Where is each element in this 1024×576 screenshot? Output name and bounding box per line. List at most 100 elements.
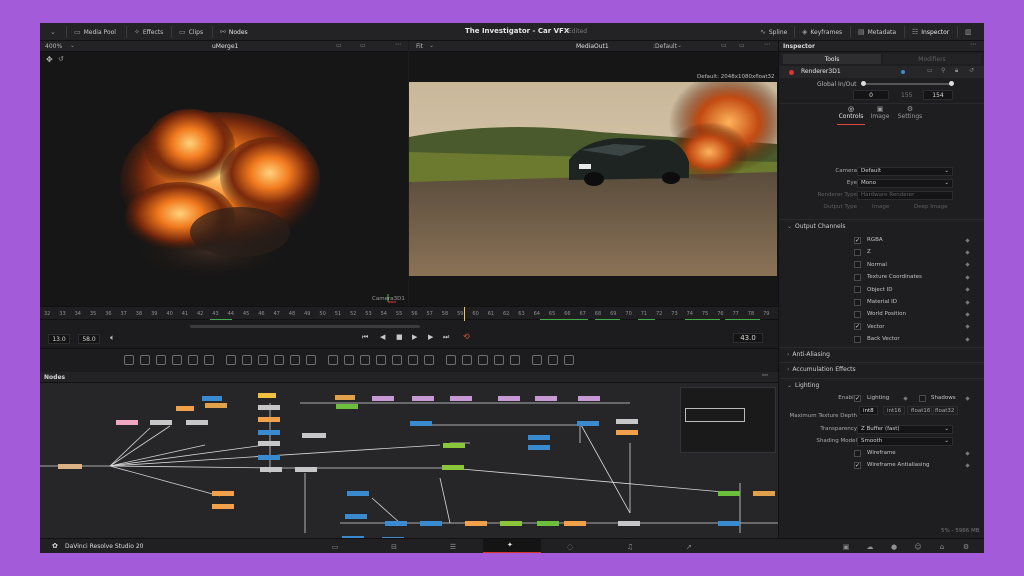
- first-frame-icon[interactable]: ⏮︎: [362, 333, 368, 342]
- current-frame-field[interactable]: 43.0: [733, 333, 763, 343]
- channel-checkbox[interactable]: [854, 273, 861, 281]
- minimap-viewport[interactable]: [685, 408, 745, 422]
- keyframe-icon[interactable]: [965, 450, 970, 456]
- settings-button[interactable]: ⚙: [958, 541, 974, 553]
- wireframe-aa-checkbox[interactable]: ✓: [854, 461, 861, 469]
- channel-checkbox[interactable]: [854, 248, 861, 256]
- fit-dropdown[interactable]: Fit: [416, 43, 423, 50]
- channel-checkbox[interactable]: [854, 335, 861, 343]
- keyframe-icon[interactable]: [965, 312, 970, 317]
- keyframe-icon[interactable]: [903, 395, 908, 401]
- right-viewer[interactable]: Default: 2048x1080xfloat32: [409, 52, 778, 306]
- transparency-dropdown[interactable]: Z Buffer (fast) ⌄: [857, 424, 953, 434]
- project-settings-button[interactable]: ▣: [838, 541, 854, 553]
- keyframe-icon[interactable]: [965, 262, 970, 267]
- tracker-tool-icon[interactable]: [408, 355, 418, 365]
- subtab-image[interactable]: ▣ Image: [867, 105, 893, 125]
- blur-tool-icon[interactable]: [204, 355, 214, 365]
- nodes-button[interactable]: ⚯ Nodes: [220, 23, 248, 41]
- metadata-button[interactable]: ▤ Metadata: [858, 23, 896, 41]
- pin-icon[interactable]: ▭: [927, 67, 933, 74]
- mask-tool-icon[interactable]: [172, 355, 182, 365]
- channel-checkbox[interactable]: ✓: [854, 236, 861, 244]
- cut-page-button[interactable]: ⊟: [386, 541, 402, 553]
- lighting-section[interactable]: ⌄ Lighting: [779, 378, 984, 391]
- collaboration-button[interactable]: ☺: [910, 541, 926, 553]
- more-options-icon[interactable]: ⋯: [762, 372, 768, 379]
- view-options-icon[interactable]: ▭: [336, 42, 342, 49]
- output-deep-option[interactable]: Deep Image: [914, 204, 947, 210]
- spotlight-tool-icon[interactable]: [548, 355, 558, 365]
- timeline-ruler[interactable]: 32 33 34 35 36 37 38 39 40 41 42 43 44 45 46 47 48 49 50 51…: [40, 306, 778, 321]
- bspline-tool-icon[interactable]: [360, 355, 370, 365]
- effects-button[interactable]: ✧ Effects: [134, 23, 163, 41]
- render-end-field[interactable]: 58.0: [78, 334, 100, 344]
- polygon-tool-icon[interactable]: [344, 355, 354, 365]
- playhead[interactable]: [464, 307, 465, 321]
- color-page-button[interactable]: ◌: [562, 541, 578, 553]
- timeline-scrollbar[interactable]: [190, 325, 420, 328]
- channel-checkbox[interactable]: [854, 261, 861, 269]
- ellipse-tool-icon[interactable]: [376, 355, 386, 365]
- channel-checkbox[interactable]: ✓: [854, 323, 861, 331]
- rectangle-tool-icon[interactable]: [392, 355, 402, 365]
- left-viewer[interactable]: ✥ ↺ Camera3D1: [40, 52, 408, 306]
- pin-icon[interactable]: ⚲: [941, 67, 945, 74]
- color-corrector-tool-icon[interactable]: [258, 355, 268, 365]
- step-forward-icon[interactable]: ▶: [428, 333, 433, 341]
- channel-tool-icon[interactable]: [290, 355, 300, 365]
- keyframe-icon[interactable]: [965, 299, 970, 305]
- node-graph[interactable]: [40, 383, 778, 538]
- particles-tool-icon[interactable]: [188, 355, 198, 365]
- keyframes-button[interactable]: ◈ Keyframes: [802, 23, 842, 41]
- render-tool-icon[interactable]: [494, 355, 504, 365]
- chat-button[interactable]: ●: [886, 541, 902, 553]
- keyframe-icon[interactable]: [965, 462, 970, 468]
- channel-checkbox[interactable]: [854, 310, 861, 318]
- global-out-field[interactable]: 154: [923, 90, 953, 100]
- slider-handle[interactable]: [949, 81, 954, 86]
- node-minimap[interactable]: [680, 387, 776, 453]
- channel-checkbox[interactable]: [854, 286, 861, 294]
- shadows-checkbox[interactable]: [919, 394, 926, 402]
- reset-icon[interactable]: ↺: [58, 55, 64, 63]
- last-frame-icon[interactable]: ⏭︎: [443, 333, 449, 342]
- view-mode-icon[interactable]: ▭: [360, 42, 366, 49]
- loop-icon[interactable]: ⟲: [463, 332, 470, 341]
- render-start-field[interactable]: 13.0: [48, 334, 70, 344]
- zoom-dropdown[interactable]: 400%: [45, 43, 62, 50]
- camera-dropdown[interactable]: Default ⌄: [857, 166, 953, 176]
- fairlight-page-button[interactable]: ♫: [622, 541, 638, 553]
- image-plane-tool-icon[interactable]: [532, 355, 542, 365]
- clips-button[interactable]: ▭ Clips: [179, 23, 203, 41]
- anti-aliasing-section[interactable]: › Anti-Aliasing: [779, 347, 984, 360]
- global-inout-slider[interactable]: [863, 83, 951, 85]
- move-icon[interactable]: ✥: [46, 55, 53, 64]
- inspector-button[interactable]: ☷ Inspector: [912, 23, 949, 41]
- keyframe-icon[interactable]: [965, 287, 970, 292]
- keyframe-icon[interactable]: [965, 324, 970, 329]
- texture-depth-option[interactable]: float32: [931, 406, 959, 415]
- play-icon[interactable]: ▶: [412, 333, 417, 341]
- merge-tool-icon[interactable]: [226, 355, 236, 365]
- texture-depth-option[interactable]: int8: [859, 406, 878, 415]
- channel-checkbox[interactable]: [854, 298, 861, 306]
- panel-layout-button[interactable]: ▥: [965, 23, 972, 41]
- home-button[interactable]: ⌂: [934, 541, 950, 553]
- stop-icon[interactable]: ■: [396, 333, 403, 341]
- planar-tool-icon[interactable]: [424, 355, 434, 365]
- expand-button[interactable]: ⌄: [50, 23, 56, 41]
- step-back-icon[interactable]: ◀: [380, 333, 385, 341]
- cloud-button[interactable]: ☁: [862, 541, 878, 553]
- lock-icon[interactable]: 🔒︎: [955, 67, 958, 75]
- more-options-icon[interactable]: ⋯: [395, 41, 401, 48]
- wireframe-checkbox[interactable]: [854, 449, 861, 457]
- text-tool-icon[interactable]: [156, 355, 166, 365]
- tab-tools[interactable]: Tools: [783, 54, 881, 64]
- lut-dropdown[interactable]: :Default: [653, 43, 677, 50]
- shading-dropdown[interactable]: Smooth ⌄: [857, 436, 953, 446]
- eye-dropdown[interactable]: Mono ⌄: [857, 178, 953, 188]
- texture-depth-option[interactable]: int16: [883, 406, 906, 415]
- view-mode-icon[interactable]: ▭: [739, 42, 745, 49]
- light-tool-icon[interactable]: [462, 355, 472, 365]
